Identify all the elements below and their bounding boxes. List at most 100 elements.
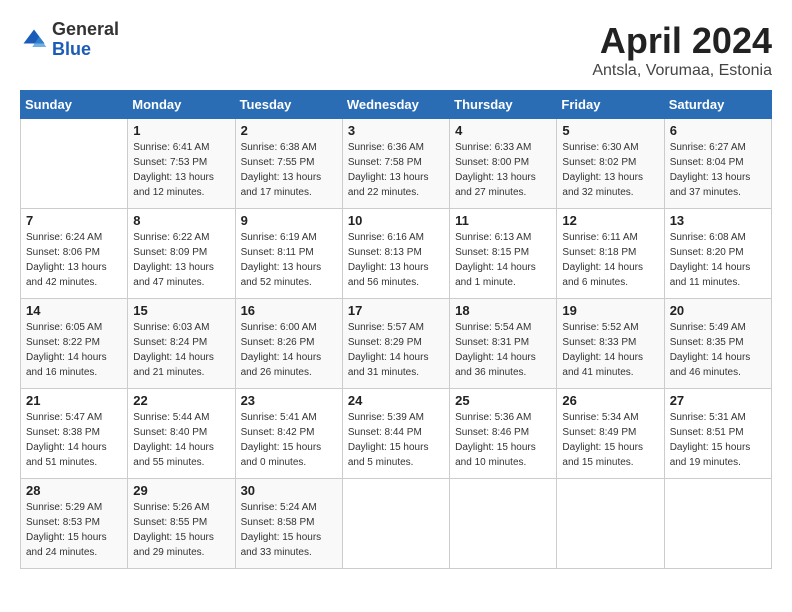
- day-info: Sunrise: 5:44 AMSunset: 8:40 PMDaylight:…: [133, 410, 229, 470]
- day-info: Sunrise: 6:11 AMSunset: 8:18 PMDaylight:…: [562, 230, 658, 290]
- calendar-cell: 26Sunrise: 5:34 AMSunset: 8:49 PMDayligh…: [557, 389, 664, 479]
- calendar-cell: 8 Sunrise: 6:22 AMSunset: 8:09 PMDaylight…: [128, 209, 235, 299]
- day-number: 16: [241, 303, 337, 318]
- day-number: 7: [26, 213, 122, 228]
- logo-icon: [20, 26, 48, 54]
- calendar-cell: 7 Sunrise: 6:24 AMSunset: 8:06 PMDaylight…: [21, 209, 128, 299]
- day-info: Sunrise: 6:27 AMSunset: 8:04 PMDaylight:…: [670, 140, 766, 200]
- month-title: April 2024: [592, 20, 772, 62]
- day-info: Sunrise: 6:22 AMSunset: 8:09 PMDaylight:…: [133, 230, 229, 290]
- day-number: 21: [26, 393, 122, 408]
- calendar-cell: 21 Sunrise: 5:47 AMSunset: 8:38 PMDayligh…: [21, 389, 128, 479]
- calendar-cell: 12Sunrise: 6:11 AMSunset: 8:18 PMDayligh…: [557, 209, 664, 299]
- day-info: Sunrise: 5:26 AMSunset: 8:55 PMDaylight:…: [133, 500, 229, 560]
- calendar-cell: 15Sunrise: 6:03 AMSunset: 8:24 PMDayligh…: [128, 299, 235, 389]
- calendar-table: SundayMondayTuesdayWednesdayThursdayFrid…: [20, 90, 772, 569]
- logo-general: General: [52, 20, 119, 40]
- col-header-saturday: Saturday: [664, 91, 771, 119]
- calendar-week-3: 21 Sunrise: 5:47 AMSunset: 8:38 PMDayligh…: [21, 389, 772, 479]
- day-number: 14: [26, 303, 122, 318]
- col-header-thursday: Thursday: [450, 91, 557, 119]
- day-number: 25: [455, 393, 551, 408]
- calendar-cell: 14 Sunrise: 6:05 AMSunset: 8:22 PMDayligh…: [21, 299, 128, 389]
- day-number: 24: [348, 393, 444, 408]
- day-info: Sunrise: 6:38 AMSunset: 7:55 PMDaylight:…: [241, 140, 337, 200]
- day-number: 18: [455, 303, 551, 318]
- calendar-cell: 19Sunrise: 5:52 AMSunset: 8:33 PMDayligh…: [557, 299, 664, 389]
- calendar-cell: 13 Sunrise: 6:08 AMSunset: 8:20 PMDayligh…: [664, 209, 771, 299]
- calendar-cell: 10 Sunrise: 6:16 AMSunset: 8:13 PMDayligh…: [342, 209, 449, 299]
- day-number: 28: [26, 483, 122, 498]
- day-number: 29: [133, 483, 229, 498]
- calendar-cell: 24 Sunrise: 5:39 AMSunset: 8:44 PMDayligh…: [342, 389, 449, 479]
- day-info: Sunrise: 5:31 AMSunset: 8:51 PMDaylight:…: [670, 410, 766, 470]
- day-info: Sunrise: 5:36 AMSunset: 8:46 PMDaylight:…: [455, 410, 551, 470]
- calendar-cell: 2 Sunrise: 6:38 AMSunset: 7:55 PMDaylight…: [235, 119, 342, 209]
- calendar-week-1: 7 Sunrise: 6:24 AMSunset: 8:06 PMDaylight…: [21, 209, 772, 299]
- day-number: 26: [562, 393, 658, 408]
- calendar-cell: 4 Sunrise: 6:33 AMSunset: 8:00 PMDaylight…: [450, 119, 557, 209]
- title-block: April 2024 Antsla, Vorumaa, Estonia: [592, 20, 772, 80]
- calendar-cell: 11 Sunrise: 6:13 AMSunset: 8:15 PMDayligh…: [450, 209, 557, 299]
- day-number: 20: [670, 303, 766, 318]
- day-info: Sunrise: 5:49 AMSunset: 8:35 PMDaylight:…: [670, 320, 766, 380]
- calendar-week-4: 28 Sunrise: 5:29 AMSunset: 8:53 PMDayligh…: [21, 479, 772, 569]
- calendar-week-2: 14 Sunrise: 6:05 AMSunset: 8:22 PMDayligh…: [21, 299, 772, 389]
- day-info: Sunrise: 5:57 AMSunset: 8:29 PMDaylight:…: [348, 320, 444, 380]
- day-number: 30: [241, 483, 337, 498]
- calendar-cell: 30 Sunrise: 5:24 AMSunset: 8:58 PMDayligh…: [235, 479, 342, 569]
- day-info: Sunrise: 5:24 AMSunset: 8:58 PMDaylight:…: [241, 500, 337, 560]
- col-header-tuesday: Tuesday: [235, 91, 342, 119]
- logo: General Blue: [20, 20, 119, 60]
- day-info: Sunrise: 6:33 AMSunset: 8:00 PMDaylight:…: [455, 140, 551, 200]
- day-number: 17: [348, 303, 444, 318]
- logo-blue: Blue: [52, 40, 119, 60]
- day-info: Sunrise: 6:13 AMSunset: 8:15 PMDaylight:…: [455, 230, 551, 290]
- header-row: SundayMondayTuesdayWednesdayThursdayFrid…: [21, 91, 772, 119]
- calendar-cell: [21, 119, 128, 209]
- day-number: 2: [241, 123, 337, 138]
- calendar-cell: 6Sunrise: 6:27 AMSunset: 8:04 PMDaylight…: [664, 119, 771, 209]
- day-info: Sunrise: 6:16 AMSunset: 8:13 PMDaylight:…: [348, 230, 444, 290]
- day-info: Sunrise: 6:08 AMSunset: 8:20 PMDaylight:…: [670, 230, 766, 290]
- calendar-cell: 20 Sunrise: 5:49 AMSunset: 8:35 PMDayligh…: [664, 299, 771, 389]
- day-number: 5: [562, 123, 658, 138]
- day-info: Sunrise: 6:24 AMSunset: 8:06 PMDaylight:…: [26, 230, 122, 290]
- day-info: Sunrise: 6:41 AMSunset: 7:53 PMDaylight:…: [133, 140, 229, 200]
- day-info: Sunrise: 5:52 AMSunset: 8:33 PMDaylight:…: [562, 320, 658, 380]
- day-number: 10: [348, 213, 444, 228]
- day-info: Sunrise: 5:39 AMSunset: 8:44 PMDaylight:…: [348, 410, 444, 470]
- day-info: Sunrise: 6:36 AMSunset: 7:58 PMDaylight:…: [348, 140, 444, 200]
- logo-text: General Blue: [52, 20, 119, 60]
- day-info: Sunrise: 5:29 AMSunset: 8:53 PMDaylight:…: [26, 500, 122, 560]
- day-number: 1: [133, 123, 229, 138]
- page-header: General Blue April 2024 Antsla, Vorumaa,…: [20, 20, 772, 80]
- calendar-cell: [557, 479, 664, 569]
- calendar-cell: 28 Sunrise: 5:29 AMSunset: 8:53 PMDayligh…: [21, 479, 128, 569]
- day-number: 9: [241, 213, 337, 228]
- day-info: Sunrise: 6:00 AMSunset: 8:26 PMDaylight:…: [241, 320, 337, 380]
- col-header-sunday: Sunday: [21, 91, 128, 119]
- calendar-cell: 16 Sunrise: 6:00 AMSunset: 8:26 PMDayligh…: [235, 299, 342, 389]
- calendar-cell: [450, 479, 557, 569]
- calendar-cell: 5 Sunrise: 6:30 AMSunset: 8:02 PMDaylight…: [557, 119, 664, 209]
- col-header-wednesday: Wednesday: [342, 91, 449, 119]
- calendar-cell: 9Sunrise: 6:19 AMSunset: 8:11 PMDaylight…: [235, 209, 342, 299]
- calendar-cell: 17 Sunrise: 5:57 AMSunset: 8:29 PMDayligh…: [342, 299, 449, 389]
- day-info: Sunrise: 6:05 AMSunset: 8:22 PMDaylight:…: [26, 320, 122, 380]
- calendar-cell: 1 Sunrise: 6:41 AMSunset: 7:53 PMDaylight…: [128, 119, 235, 209]
- calendar-cell: [342, 479, 449, 569]
- day-info: Sunrise: 5:54 AMSunset: 8:31 PMDaylight:…: [455, 320, 551, 380]
- day-number: 13: [670, 213, 766, 228]
- day-number: 8: [133, 213, 229, 228]
- day-number: 11: [455, 213, 551, 228]
- calendar-week-0: 1 Sunrise: 6:41 AMSunset: 7:53 PMDaylight…: [21, 119, 772, 209]
- day-info: Sunrise: 5:47 AMSunset: 8:38 PMDaylight:…: [26, 410, 122, 470]
- day-number: 4: [455, 123, 551, 138]
- day-info: Sunrise: 6:30 AMSunset: 8:02 PMDaylight:…: [562, 140, 658, 200]
- calendar-cell: 25 Sunrise: 5:36 AMSunset: 8:46 PMDayligh…: [450, 389, 557, 479]
- calendar-cell: 23Sunrise: 5:41 AMSunset: 8:42 PMDayligh…: [235, 389, 342, 479]
- day-number: 27: [670, 393, 766, 408]
- location: Antsla, Vorumaa, Estonia: [592, 62, 772, 80]
- calendar-cell: 18 Sunrise: 5:54 AMSunset: 8:31 PMDayligh…: [450, 299, 557, 389]
